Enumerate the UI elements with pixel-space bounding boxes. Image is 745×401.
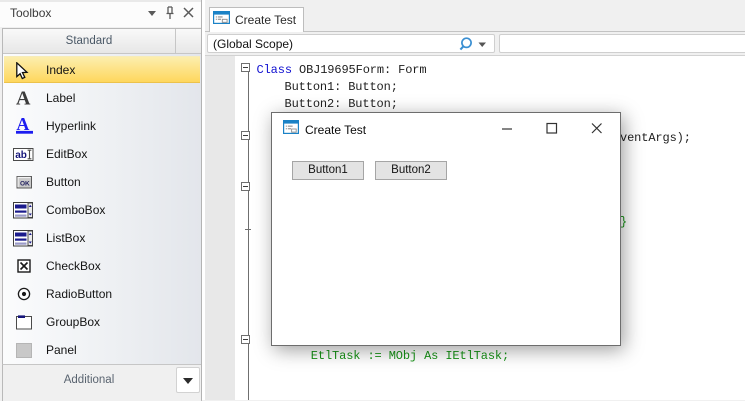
svg-text:OK: OK [20, 180, 30, 187]
svg-text:A: A [16, 89, 31, 107]
svg-text:ab: ab [15, 150, 27, 161]
